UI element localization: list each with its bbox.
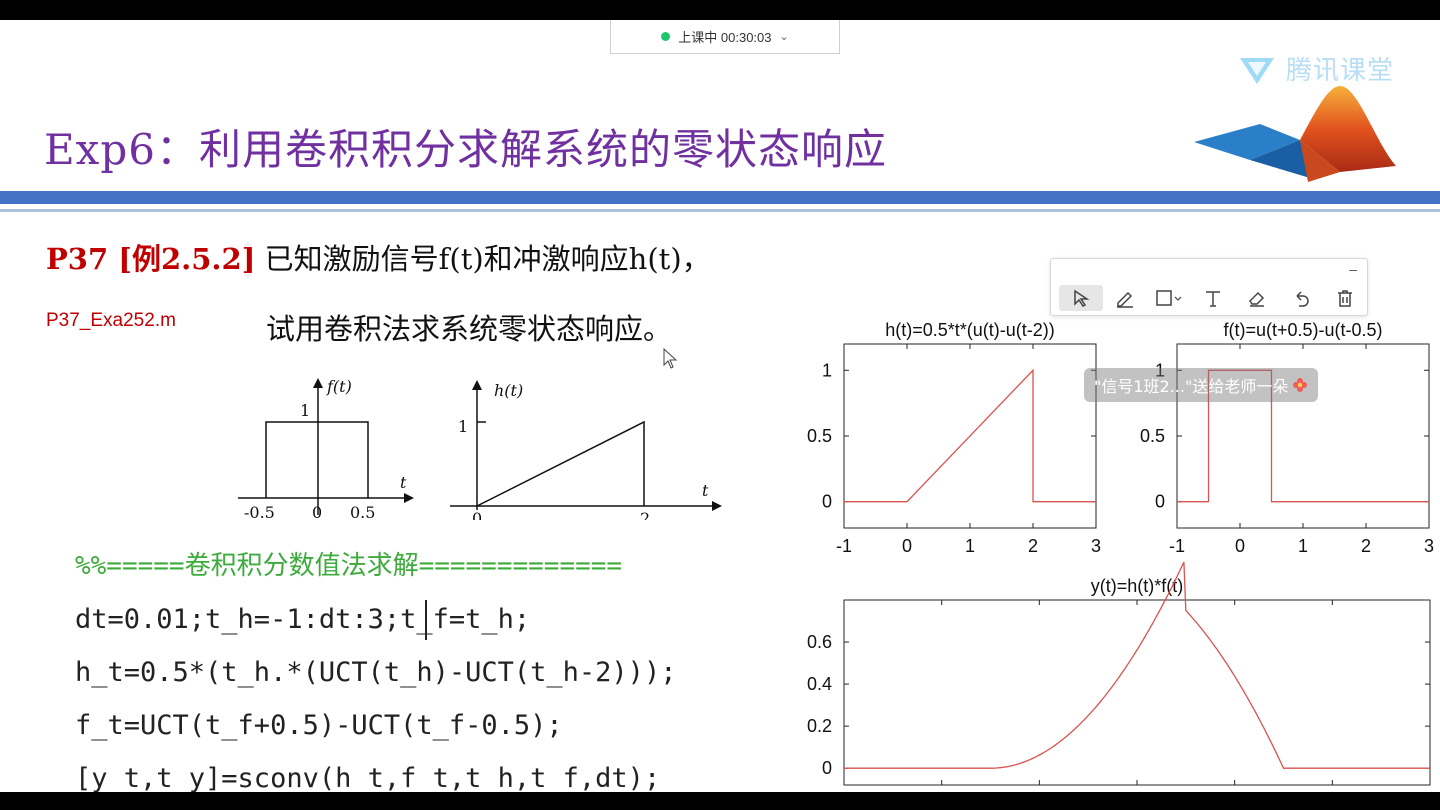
h-tick-two: 2 bbox=[640, 509, 650, 520]
flower-icon bbox=[1293, 378, 1308, 392]
f-one-label: 1 bbox=[300, 401, 310, 420]
x-tick-label: 0 bbox=[902, 536, 912, 556]
x-tick-label: 3 bbox=[1091, 536, 1101, 556]
x-tick-label: 2 bbox=[1028, 536, 1038, 556]
live-indicator-icon bbox=[661, 32, 671, 41]
pen-icon bbox=[1117, 291, 1133, 308]
x-tick-label: 1 bbox=[965, 536, 975, 556]
select-icon bbox=[1074, 289, 1090, 307]
undo-icon bbox=[1296, 291, 1309, 307]
matlab-logo-icon bbox=[1194, 86, 1396, 182]
gift-notification: "信号1班2..."送给老师一朵 bbox=[1084, 368, 1319, 402]
f-tick-pos: 0.5 bbox=[350, 503, 375, 520]
problem-line-1: 已知激励信号f(t)和冲激响应h(t)， bbox=[264, 242, 711, 276]
gift-notification-text: "信号1班2..."送给老师一朵 bbox=[1094, 377, 1289, 396]
f-axis-label: f(t) bbox=[326, 377, 352, 396]
tencent-classroom-logo-icon bbox=[1240, 57, 1274, 84]
problem-reference: P37 [例2.5.2] bbox=[46, 242, 256, 276]
select-tool-button[interactable] bbox=[1059, 285, 1103, 311]
code-line-comment: %%=====卷积积分数值法求解============= bbox=[75, 551, 623, 581]
slide-title: Exp6：利用卷积积分求解系统的零状态响应 bbox=[44, 125, 887, 174]
y-tick-label: 0.5 bbox=[1140, 426, 1165, 446]
y-tick-label: 0 bbox=[822, 492, 832, 512]
eraser-icon bbox=[1249, 291, 1265, 307]
y-tick-label: 1 bbox=[822, 360, 832, 380]
title-divider bbox=[0, 191, 1440, 204]
plot-title: h(t)=0.5*t*(u(t)-u(t-2)) bbox=[885, 320, 1055, 340]
h-t-label: t bbox=[702, 481, 709, 500]
text-icon bbox=[1206, 291, 1220, 307]
signal-sketches: f(t) 1 t -0.5 0 0.5 h(t) 1 t 0 2 bbox=[238, 377, 722, 520]
f-tick-zero: 0 bbox=[312, 503, 322, 520]
eraser-tool-button[interactable] bbox=[1235, 285, 1279, 311]
annotation-toolbar: – bbox=[1050, 258, 1368, 316]
y-tick-label: 0.4 bbox=[807, 674, 832, 694]
x-tick-label: -1 bbox=[836, 536, 852, 556]
toolbar-minimize-button[interactable]: – bbox=[1349, 261, 1357, 277]
plot-axes-box bbox=[843, 599, 1431, 786]
matlab-code: %%=====卷积积分数值法求解============= dt=0.01;t_h… bbox=[75, 540, 676, 792]
bottom-bar bbox=[0, 792, 1440, 810]
code-line: f_t=UCT(t_f+0.5)-UCT(t_f-0.5); bbox=[75, 710, 563, 741]
mouse-pointer-icon bbox=[663, 348, 678, 369]
undo-tool-button[interactable] bbox=[1279, 285, 1323, 311]
delete-icon bbox=[1338, 290, 1352, 307]
x-tick-label: 3 bbox=[1424, 536, 1434, 556]
x-tick-label: -1 bbox=[1169, 536, 1185, 556]
plot-title: f(t)=u(t+0.5)-u(t-0.5) bbox=[1223, 320, 1382, 340]
class-status-text: 上课中 00:30:03 bbox=[678, 30, 772, 45]
x-tick-label: 0 bbox=[1235, 536, 1245, 556]
y-tick-label: 0.6 bbox=[807, 632, 832, 652]
code-line: h_t=0.5*(t_h.*(UCT(t_h)-UCT(t_h-2))); bbox=[75, 657, 677, 688]
y-tick-label: 0.2 bbox=[807, 716, 832, 736]
y-tick-label: 0.5 bbox=[807, 426, 832, 446]
class-status-pill[interactable]: 上课中 00:30:03 ⌄ bbox=[610, 20, 840, 54]
y-tick-label: 0 bbox=[1155, 492, 1165, 512]
f-sketch: f(t) 1 t -0.5 0 0.5 bbox=[238, 377, 414, 520]
shape-tool-button[interactable] bbox=[1147, 285, 1191, 311]
title-divider-thin bbox=[0, 209, 1440, 212]
text-tool-button[interactable] bbox=[1191, 285, 1235, 311]
code-line: dt=0.01;t_h=-1:dt:3;t_f=t_h; bbox=[75, 604, 531, 635]
file-label: P37_Exa252.m bbox=[46, 310, 176, 331]
chevron-down-icon[interactable]: ⌄ bbox=[780, 30, 789, 43]
f-tick-neg: -0.5 bbox=[244, 503, 275, 520]
x-tick-label: 1 bbox=[1298, 536, 1308, 556]
x-tick-label: 2 bbox=[1361, 536, 1371, 556]
matlab-figure: h(t)=0.5*t*(u(t)-u(t-2)) -1 0 1 2 3 0 0.5 1 f(t)=… bbox=[807, 320, 1434, 786]
f-t-label: t bbox=[400, 473, 407, 492]
h-one-label: 1 bbox=[458, 417, 468, 436]
text-caret bbox=[425, 600, 427, 640]
h-tick-zero: 0 bbox=[472, 509, 482, 520]
problem-statement: P37 [例2.5.2] 已知激励信号f(t)和冲激响应h(t)， bbox=[46, 236, 711, 278]
h-axis-label: h(t) bbox=[494, 381, 523, 400]
shape-icon bbox=[1156, 290, 1182, 306]
pen-tool-button[interactable] bbox=[1103, 285, 1147, 311]
slide-stage: 上课中 00:30:03 ⌄ 腾讯课堂 Exp6：利用卷积积分求解系统的零状态响… bbox=[0, 20, 1440, 792]
problem-line-2: 试用卷积法求系统零状态响应。 bbox=[266, 312, 673, 346]
y-tick-label: 0 bbox=[822, 758, 832, 778]
code-line: [y_t,t_y]=sconv(h_t,f_t,t_h,t_f,dt); bbox=[75, 763, 661, 792]
delete-tool-button[interactable] bbox=[1323, 285, 1367, 311]
h-sketch: h(t) 1 t 0 2 bbox=[450, 380, 722, 520]
